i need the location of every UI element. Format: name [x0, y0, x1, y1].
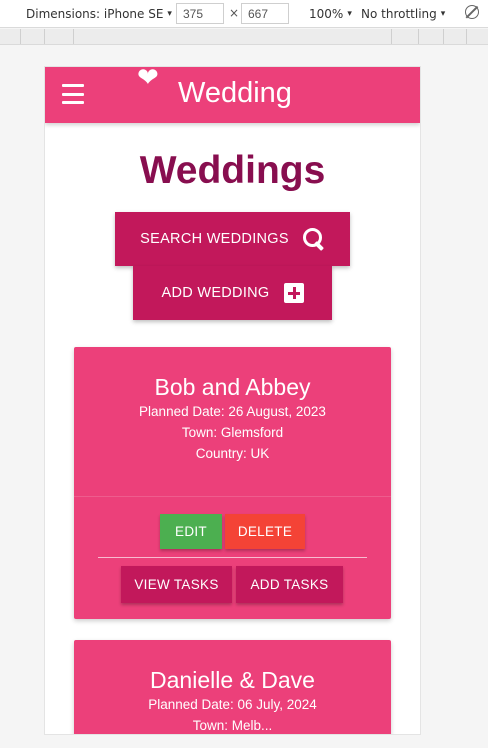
menu-icon[interactable] — [62, 84, 84, 104]
divider — [98, 557, 367, 558]
wedding-card: Bob and Abbey Planned Date: 26 August, 2… — [74, 347, 391, 619]
dimension-separator: × — [229, 6, 240, 20]
throttling-dropdown[interactable]: No throttling ▾ — [361, 5, 445, 23]
wedding-town: Town: Melb... — [192, 718, 273, 733]
zoom-label: 100% — [309, 7, 344, 21]
wedding-name: Danielle & Dave — [150, 667, 315, 693]
device-dimensions-dropdown[interactable]: Dimensions: iPhone SE ▾ — [26, 5, 172, 23]
device-dimensions-label: Dimensions: iPhone SE — [26, 7, 164, 21]
search-weddings-button[interactable]: SEARCH WEDDINGS — [115, 212, 350, 266]
throttling-label: No throttling — [361, 7, 437, 21]
heart-icon: ❤ — [137, 67, 159, 93]
delete-button[interactable]: DELETE — [225, 514, 305, 549]
device-viewport: ❤ Wedding Weddings SEARCH WEDDINGS ADD W… — [45, 67, 420, 734]
zoom-dropdown[interactable]: 100% ▾ — [309, 5, 352, 23]
wedding-name: Bob and Abbey — [154, 374, 311, 400]
wedding-card-actions: EDIT DELETE VIEW TASKS ADD TASKS — [74, 497, 391, 619]
add-wedding-button[interactable]: ADD WEDDING — [133, 266, 332, 320]
wedding-country: Country: UK — [195, 446, 270, 461]
search-icon — [302, 228, 325, 250]
devtools-toolbar: Dimensions: iPhone SE ▾ × 100% ▾ No thro… — [0, 0, 488, 28]
rotate-icon[interactable] — [465, 5, 479, 19]
navbar: ❤ Wedding — [45, 67, 420, 123]
height-input[interactable] — [241, 3, 289, 24]
chevron-down-icon: ▾ — [167, 9, 172, 19]
add-tasks-button[interactable]: ADD TASKS — [236, 566, 343, 603]
search-weddings-label: SEARCH WEDDINGS — [140, 231, 289, 247]
edit-button[interactable]: EDIT — [160, 514, 222, 549]
brand-logo[interactable]: Wedding — [178, 77, 292, 110]
wedding-card: Danielle & Dave Planned Date: 06 July, 2… — [74, 640, 391, 734]
wedding-card-details: Bob and Abbey Planned Date: 26 August, 2… — [74, 347, 391, 497]
add-wedding-label: ADD WEDDING — [161, 285, 270, 301]
chevron-down-icon: ▾ — [440, 9, 446, 19]
width-input[interactable] — [176, 3, 224, 24]
plus-box-icon — [283, 283, 304, 303]
wedding-planned-date: Planned Date: 26 August, 2023 — [139, 404, 326, 419]
view-tasks-button[interactable]: VIEW TASKS — [121, 566, 232, 603]
wedding-planned-date: Planned Date: 06 July, 2024 — [148, 697, 317, 712]
wedding-town: Town: Glemsford — [181, 425, 284, 440]
media-query-ruler — [0, 29, 488, 45]
chevron-down-icon: ▾ — [347, 9, 352, 19]
page-title: Weddings — [139, 149, 326, 192]
